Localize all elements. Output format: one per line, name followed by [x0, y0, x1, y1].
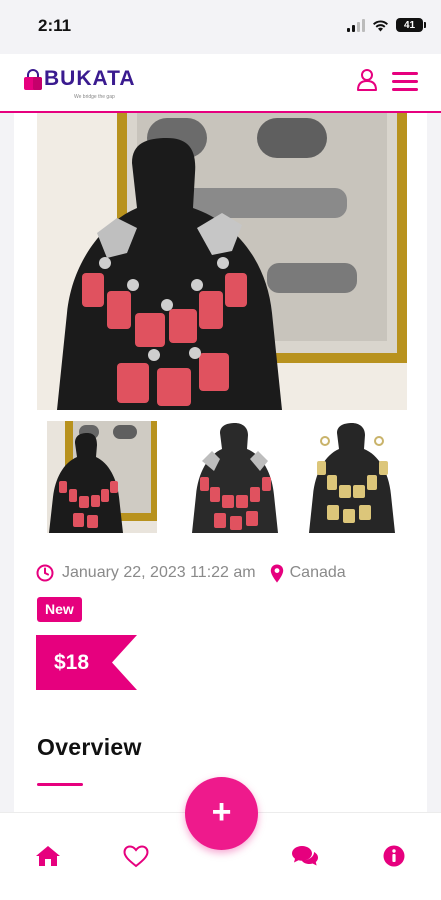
wifi-icon — [373, 19, 388, 31]
hamburger-menu-icon[interactable] — [392, 72, 418, 92]
thumbnail-1[interactable] — [47, 421, 157, 533]
thumbnail-photo — [180, 421, 290, 533]
heart-icon — [123, 844, 149, 867]
location-text: Canada — [289, 564, 346, 581]
listing-meta: January 22, 2023 11:22 am Canada — [36, 562, 346, 584]
user-icon[interactable] — [356, 68, 378, 92]
add-listing-button[interactable]: + — [185, 777, 258, 850]
location-pin-icon — [270, 564, 283, 582]
nav-messages[interactable] — [291, 843, 319, 869]
logo-text: BUKATA — [44, 67, 136, 90]
condition-badge: New — [37, 597, 82, 622]
nav-favorites[interactable] — [122, 843, 150, 869]
info-icon — [383, 845, 405, 867]
status-icons: 41 — [347, 18, 426, 32]
nav-info[interactable] — [380, 843, 408, 869]
signal-icon — [347, 18, 365, 32]
overview-heading: Overview — [37, 734, 142, 760]
status-bar: 2:11 41 — [0, 0, 441, 54]
chat-icon — [292, 846, 318, 866]
home-icon — [36, 846, 60, 866]
thumbnail-3[interactable] — [297, 421, 407, 533]
posted-date: January 22, 2023 11:22 am — [62, 564, 256, 581]
plus-icon: + — [211, 793, 232, 831]
shopping-bag-icon — [24, 69, 42, 90]
thumbnail-photo — [47, 421, 157, 533]
overview-underline — [37, 783, 83, 786]
app-header: BUKATA We bridge the gap — [0, 54, 441, 113]
clock-icon — [36, 564, 54, 582]
battery-indicator: 41 — [396, 18, 426, 32]
price-tag: $18 — [36, 635, 137, 690]
status-time: 2:11 — [38, 16, 72, 35]
product-main-image[interactable] — [37, 113, 407, 410]
thumbnail-photo — [297, 421, 407, 533]
nav-home[interactable] — [34, 843, 62, 869]
necklace-photo — [37, 113, 407, 410]
price-value: $18 — [54, 651, 90, 674]
thumbnail-2[interactable] — [180, 421, 290, 533]
logo[interactable]: BUKATA We bridge the gap — [22, 66, 136, 100]
logo-tagline: We bridge the gap — [74, 94, 115, 100]
